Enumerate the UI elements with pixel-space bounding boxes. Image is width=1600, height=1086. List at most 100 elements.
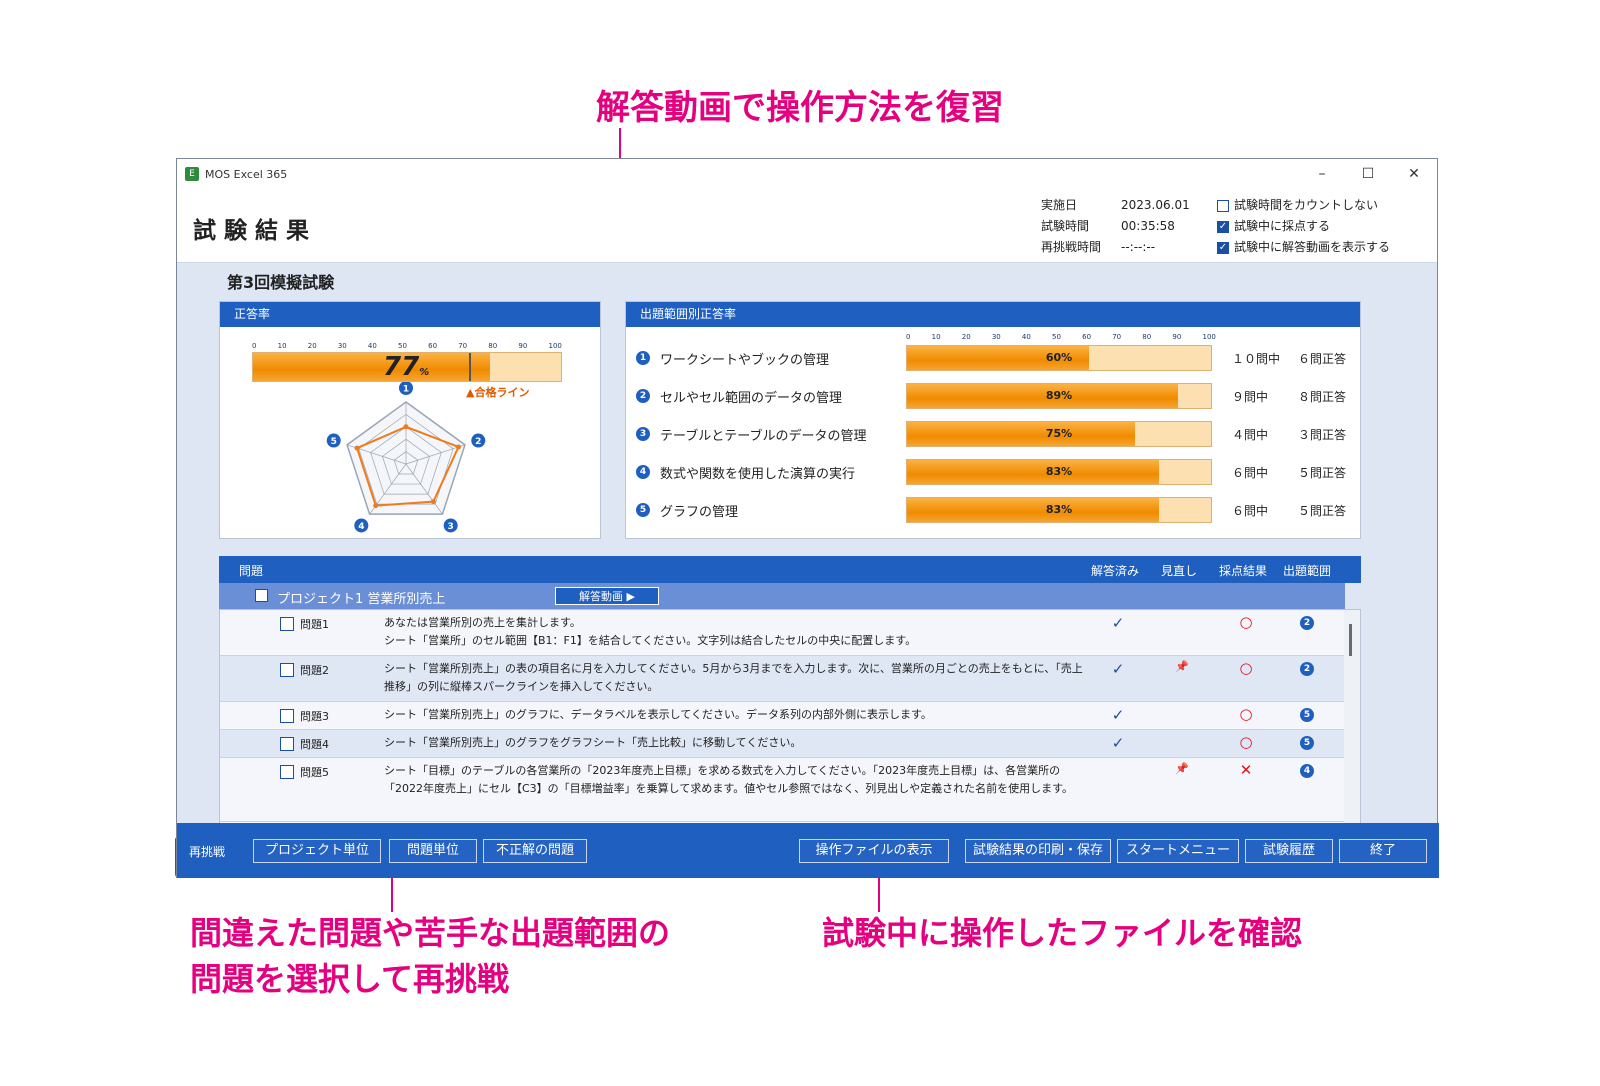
scale-tick: 10 bbox=[931, 333, 941, 341]
scale-tick: 80 bbox=[1142, 333, 1152, 341]
checkbox-checked[interactable]: ✓ bbox=[1217, 220, 1229, 233]
category-label: 数式や関数を使用した演算の実行 bbox=[660, 466, 856, 482]
history-button[interactable]: 試験履歴 bbox=[1245, 839, 1333, 863]
question-row[interactable]: 問題2 シート「営業所別売上」の表の項目名に月を入力してください。5月から3月ま… bbox=[220, 656, 1346, 702]
col-category: 出題範囲 bbox=[1283, 564, 1332, 578]
score-bar-fill bbox=[253, 353, 491, 381]
category-row: 3 テーブルとテーブルのデータの管理 bbox=[636, 421, 866, 447]
category-number-icon: 4 bbox=[1300, 764, 1314, 778]
retry-incorrect-button[interactable]: 不正解の問題 bbox=[483, 839, 587, 863]
scale-tick: 40 bbox=[367, 342, 377, 350]
radar-label: 5 bbox=[331, 437, 337, 447]
question-text: シート「営業所別売上」の表の項目名に月を入力してください。5月から3月までを入力… bbox=[384, 662, 1083, 693]
retry-project-button[interactable]: プロジェクト単位 bbox=[253, 839, 381, 863]
maximize-icon[interactable]: ☐ bbox=[1345, 166, 1391, 182]
col-result: 採点結果 bbox=[1219, 564, 1268, 578]
question-row[interactable]: 問題5 シート「目標」のテーブルの各営業所の「2023年度売上目標」を求める数式… bbox=[220, 758, 1346, 822]
radar-point bbox=[403, 424, 409, 430]
question-list-title: 問題 bbox=[239, 564, 264, 578]
scrollbar[interactable] bbox=[1344, 610, 1360, 826]
close-icon[interactable]: ✕ bbox=[1391, 166, 1437, 182]
option-grade-during[interactable]: ✓ 試験中に採点する bbox=[1217, 216, 1390, 237]
question-label: 問題5 bbox=[300, 766, 329, 779]
question-checkbox[interactable] bbox=[280, 737, 294, 751]
score-scale: 0 10 20 30 40 50 60 70 80 90 100 bbox=[252, 342, 562, 350]
annotation-video-review: 解答動画で操作方法を復習 bbox=[596, 88, 1004, 128]
category-total: １０問中 bbox=[1232, 352, 1281, 366]
question-text: シート「営業所別売上」のグラフをグラフシート「売上比較」に移動してください。 bbox=[384, 736, 802, 749]
category-panel-title: 出題範囲別正答率 bbox=[626, 302, 1360, 327]
question-checkbox[interactable] bbox=[280, 709, 294, 723]
project-checkbox[interactable] bbox=[255, 589, 268, 602]
scale-tick: 30 bbox=[991, 333, 1001, 341]
question-text: シート「営業所別売上」のグラフに、データラベルを表示してください。データ系列の内… bbox=[384, 708, 932, 721]
checkbox[interactable] bbox=[1217, 199, 1229, 212]
category-row: 4 数式や関数を使用した演算の実行 bbox=[636, 459, 855, 485]
question-checkbox[interactable] bbox=[280, 663, 294, 677]
exam-name: 第3回模擬試験 bbox=[227, 273, 335, 292]
scale-tick: 10 bbox=[277, 342, 287, 350]
scale-tick: 20 bbox=[307, 342, 317, 350]
category-label: ワークシートやブックの管理 bbox=[660, 352, 830, 368]
radar-point bbox=[373, 503, 379, 509]
category-bar: 83% bbox=[906, 459, 1212, 485]
category-row: 1 ワークシートやブックの管理 bbox=[636, 345, 829, 371]
radar-point bbox=[455, 444, 461, 450]
category-number-icon: 2 bbox=[1300, 616, 1314, 630]
radar-label: 1 bbox=[403, 385, 409, 395]
answer-video-button[interactable]: 解答動画 ▶ bbox=[555, 587, 659, 605]
category-percent: 83% bbox=[1045, 465, 1073, 478]
answered-check-icon: ✓ bbox=[1111, 706, 1125, 724]
show-files-button[interactable]: 操作ファイルの表示 bbox=[799, 839, 949, 863]
review-pin-icon: 📌 bbox=[1175, 660, 1189, 673]
col-answered: 解答済み bbox=[1091, 564, 1140, 578]
question-label: 問題1 bbox=[300, 618, 329, 631]
question-checkbox[interactable] bbox=[280, 617, 294, 631]
app-window: E MOS Excel 365 – ☐ ✕ 試験結果 実施日 2023.06.01… bbox=[176, 158, 1439, 878]
annotation-files: 試験中に操作したファイルを確認 bbox=[822, 914, 1303, 952]
option-label: 試験時間をカウントしない bbox=[1234, 198, 1379, 212]
category-row: 2 セルやセル範囲のデータの管理 bbox=[636, 383, 842, 409]
page-title: 試験結果 bbox=[193, 218, 317, 244]
answered-check-icon: ✓ bbox=[1111, 660, 1125, 678]
retry-question-button[interactable]: 問題単位 bbox=[389, 839, 477, 863]
scale-tick: 70 bbox=[458, 342, 468, 350]
result-mark-icon: ○ bbox=[1239, 613, 1253, 631]
option-show-video[interactable]: ✓ 試験中に解答動画を表示する bbox=[1217, 237, 1390, 258]
category-number-icon: 5 bbox=[636, 503, 650, 517]
start-menu-button[interactable]: スタートメニュー bbox=[1117, 839, 1239, 863]
scale-tick: 90 bbox=[1172, 333, 1182, 341]
exit-button[interactable]: 終了 bbox=[1339, 839, 1427, 863]
question-row[interactable]: 問題3 シート「営業所別売上」のグラフに、データラベルを表示してください。データ… bbox=[220, 702, 1346, 730]
score-bar: 77% bbox=[252, 352, 562, 382]
score-unit: % bbox=[419, 367, 430, 378]
question-row[interactable]: 問題4 シート「営業所別売上」のグラフをグラフシート「売上比較」に移動してくださ… bbox=[220, 730, 1346, 758]
category-percent: 89% bbox=[1045, 389, 1073, 402]
answered-check-icon: ✓ bbox=[1111, 734, 1125, 752]
result-mark-icon: ○ bbox=[1239, 659, 1253, 677]
meta-label: 再挑戦時間 bbox=[1041, 240, 1102, 254]
category-number-icon: 1 bbox=[636, 351, 650, 365]
category-total: ４問中 bbox=[1232, 428, 1269, 442]
category-bar: 89% bbox=[906, 383, 1212, 409]
category-scale: 0 10 20 30 40 50 60 70 80 90 100 bbox=[906, 333, 1216, 341]
scale-tick: 90 bbox=[518, 342, 528, 350]
scrollbar-thumb[interactable] bbox=[1349, 624, 1352, 656]
question-text: シート「目標」のテーブルの各営業所の「2023年度売上目標」を求める数式を入力し… bbox=[384, 764, 1074, 795]
checkbox-checked[interactable]: ✓ bbox=[1217, 241, 1229, 254]
project-row[interactable]: プロジェクト1 営業所別売上 bbox=[219, 583, 1345, 609]
print-save-button[interactable]: 試験結果の印刷・保存 bbox=[965, 839, 1111, 863]
question-row[interactable]: 問題1 あなたは営業所別の売上を集計します。 シート「営業所」のセル範囲【B1：… bbox=[220, 610, 1346, 656]
footer-bar: 再挑戦 プロジェクト単位 問題単位 不正解の問題 操作ファイルの表示 試験結果の… bbox=[177, 823, 1439, 878]
category-correct: ３問正答 bbox=[1298, 428, 1347, 442]
minimize-icon[interactable]: – bbox=[1299, 166, 1345, 182]
category-number-icon: 2 bbox=[1300, 662, 1314, 676]
category-number-icon: 4 bbox=[636, 465, 650, 479]
question-label: 問題4 bbox=[300, 738, 329, 751]
category-panel: 出題範囲別正答率 0 10 20 30 40 50 60 70 80 90 100 1 ワークシート… bbox=[625, 301, 1361, 539]
question-checkbox[interactable] bbox=[280, 765, 294, 779]
score-panel: 正答率 0 10 20 30 40 50 60 70 80 90 100 77% ▲合格ライン 12… bbox=[219, 301, 601, 539]
scale-tick: 100 bbox=[548, 342, 562, 350]
option-no-count[interactable]: 試験時間をカウントしない bbox=[1217, 195, 1390, 216]
category-label: セルやセル範囲のデータの管理 bbox=[660, 390, 843, 406]
